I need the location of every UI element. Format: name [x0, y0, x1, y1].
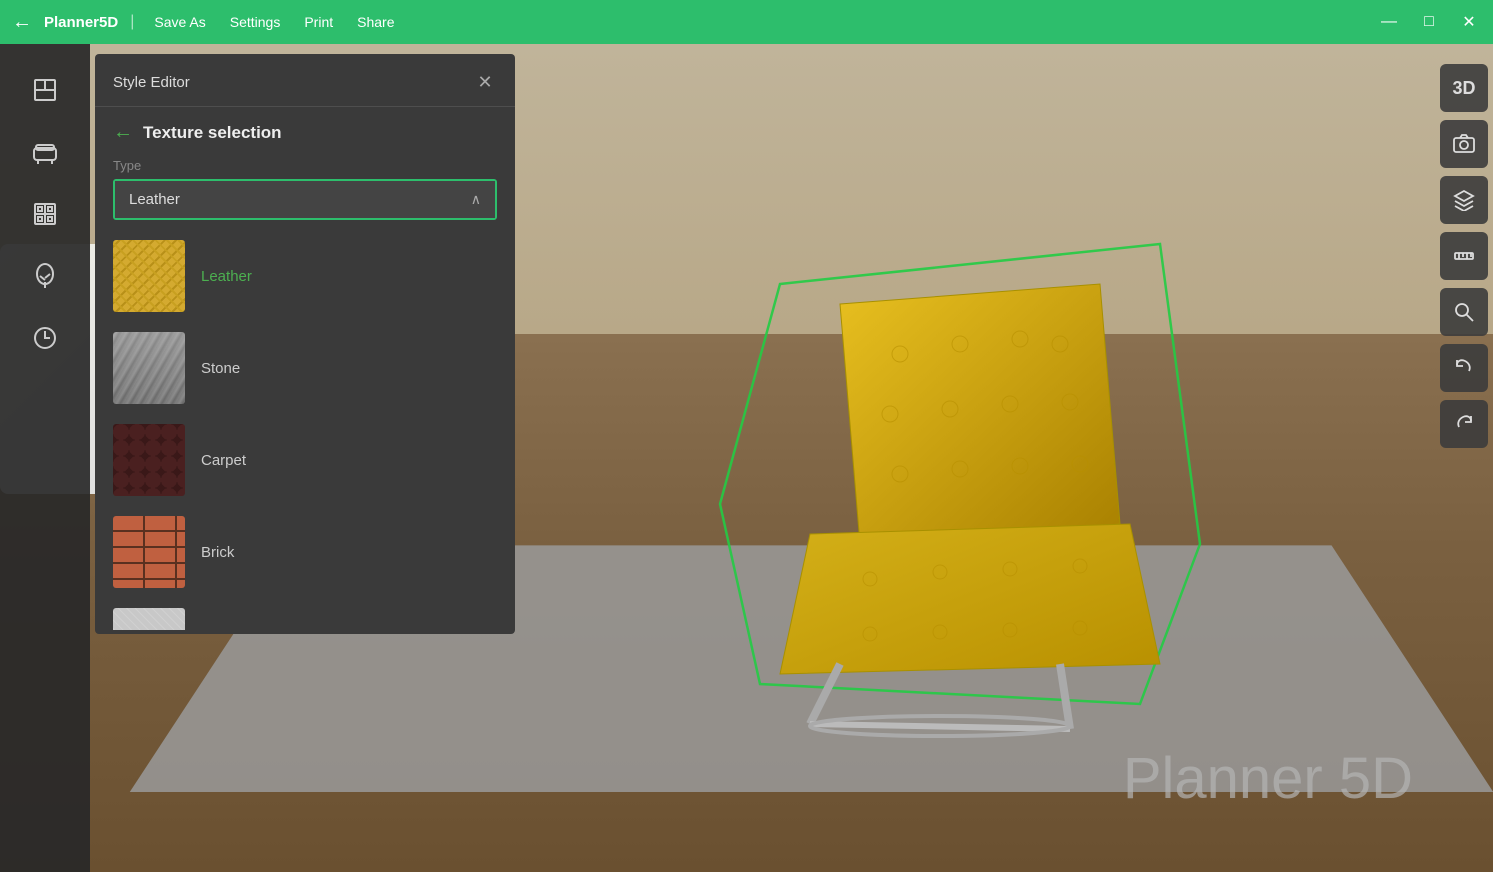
redo-button[interactable]: [1440, 400, 1488, 448]
texture-item-stone[interactable]: Stone: [99, 322, 511, 414]
print-menu[interactable]: Print: [296, 10, 341, 34]
selected-chair[interactable]: [680, 224, 1240, 744]
history-icon[interactable]: [19, 312, 71, 364]
settings-menu[interactable]: Settings: [222, 10, 289, 34]
texture-selection-title: Texture selection: [143, 123, 282, 143]
texture-item-carpet[interactable]: Carpet: [99, 414, 511, 506]
share-menu[interactable]: Share: [349, 10, 402, 34]
texture-name-leather: Leather: [201, 268, 252, 285]
save-as-menu[interactable]: Save As: [146, 10, 213, 34]
close-window-button[interactable]: ✕: [1457, 12, 1481, 32]
dropdown-value: Leather: [129, 191, 180, 208]
texture-list: Leather Stone Carpet Brick Plaster: [99, 230, 511, 630]
view-3d-button[interactable]: 3D: [1440, 64, 1488, 112]
style-editor-header: Style Editor ✕: [95, 54, 515, 107]
right-sidebar: 3D: [1435, 44, 1493, 872]
maximize-button[interactable]: □: [1417, 13, 1441, 31]
undo-button[interactable]: [1440, 344, 1488, 392]
chair-svg: [680, 224, 1240, 744]
main-viewport: 3D: [0, 44, 1493, 872]
window-controls: — □ ✕: [1377, 12, 1481, 32]
titlebar: ← Planner5D | Save As Settings Print Sha…: [0, 0, 1493, 44]
minimize-button[interactable]: —: [1377, 13, 1401, 31]
texture-item-brick[interactable]: Brick: [99, 506, 511, 598]
texture-thumb-leather: [113, 240, 185, 312]
style-editor-panel: Style Editor ✕ ← Texture selection Type …: [95, 54, 515, 634]
app-name: Planner5D: [44, 14, 118, 31]
dropdown-selected-value[interactable]: Leather ∧: [115, 181, 495, 218]
style-editor-title: Style Editor: [113, 74, 190, 91]
texture-thumb-brick: [113, 516, 185, 588]
texture-selection-header: ← Texture selection: [95, 107, 515, 154]
texture-item-plaster[interactable]: Plaster: [99, 598, 511, 630]
close-style-editor-button[interactable]: ✕: [473, 70, 497, 94]
texture-name-carpet: Carpet: [201, 452, 246, 469]
ruler-button[interactable]: [1440, 232, 1488, 280]
3d-label: 3D: [1452, 78, 1475, 99]
layers-button[interactable]: [1440, 176, 1488, 224]
texture-item-leather[interactable]: Leather: [99, 230, 511, 322]
texture-name-brick: Brick: [201, 544, 234, 561]
floor-plan-icon[interactable]: [19, 64, 71, 116]
back-button[interactable]: ←: [12, 11, 32, 34]
texture-thumb-stone: [113, 332, 185, 404]
plants-icon[interactable]: [19, 250, 71, 302]
texture-thumb-carpet: [113, 424, 185, 496]
windows-icon[interactable]: [19, 188, 71, 240]
back-to-style-button[interactable]: ←: [113, 121, 133, 144]
type-label: Type: [95, 154, 515, 179]
search-button[interactable]: [1440, 288, 1488, 336]
left-sidebar: [0, 44, 90, 872]
texture-thumb-plaster: [113, 608, 185, 630]
furniture-icon[interactable]: [19, 126, 71, 178]
texture-type-dropdown[interactable]: Leather ∧: [113, 179, 497, 220]
texture-name-stone: Stone: [201, 360, 240, 377]
camera-button[interactable]: [1440, 120, 1488, 168]
separator: |: [130, 13, 134, 31]
chevron-up-icon: ∧: [471, 191, 481, 208]
